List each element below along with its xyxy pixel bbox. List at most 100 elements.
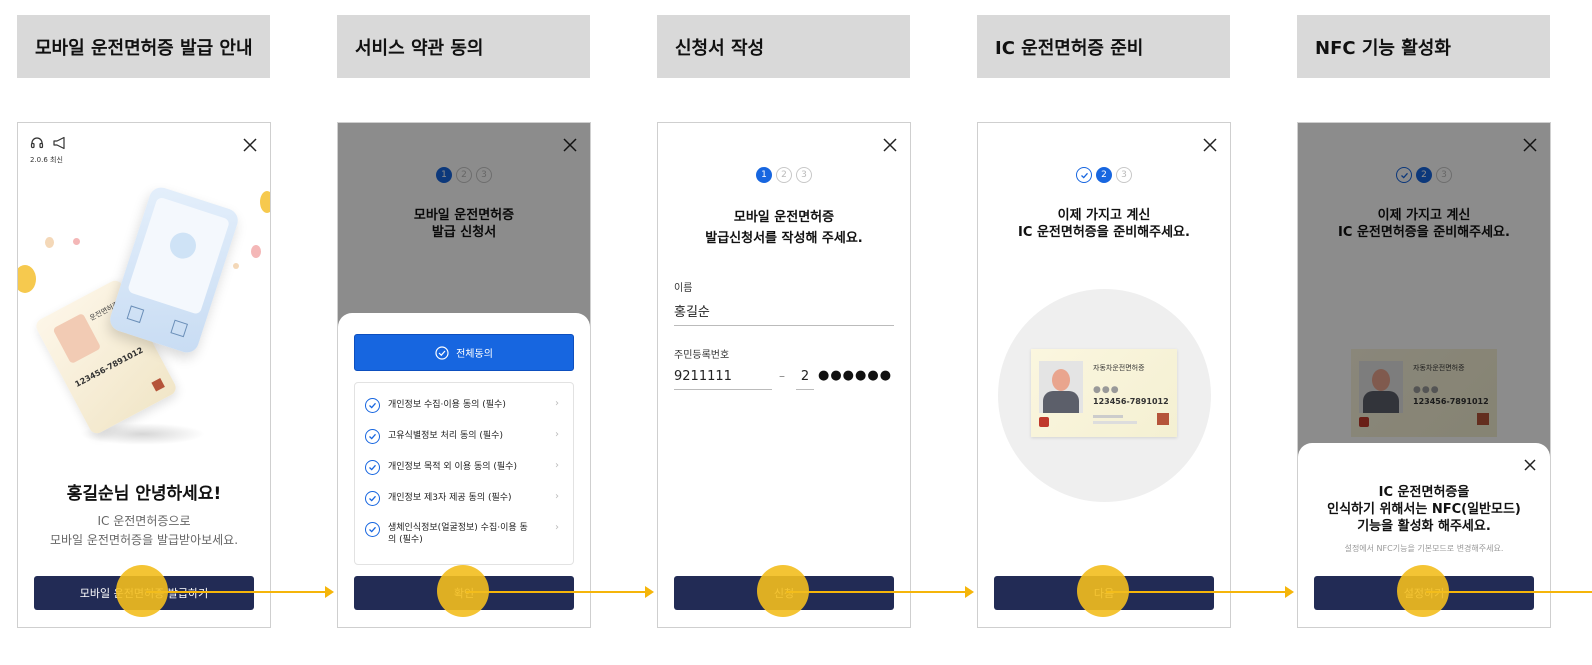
step-header-3: 신청서 작성 — [657, 15, 910, 78]
step-header-2: 서비스 약관 동의 — [337, 15, 590, 78]
tap-indicator — [1397, 565, 1449, 617]
page-title: 모바일 운전면허증 발급신청서를 작성해 주세요. — [658, 207, 910, 249]
step-3: 3 — [796, 167, 812, 183]
rrn-masked-digits: ●●●●●● — [818, 368, 893, 383]
nfc-hint: 설정에서 NFC기능을 기본모드로 변경해주세요. — [1344, 544, 1504, 553]
name-label: 이름 — [674, 283, 693, 294]
check-circle-icon — [365, 460, 380, 475]
card-chip — [1157, 413, 1169, 425]
nfc-line-3: 기능을 활성화 해주세요. — [1357, 519, 1491, 534]
flow-arrowhead — [965, 586, 974, 598]
nfc-line-1: IC 운전면허증을 — [1378, 485, 1470, 500]
check-circle-icon — [435, 345, 449, 360]
flow-arrowhead — [1285, 586, 1294, 598]
greeting: 홍길순님 안녕하세요! — [66, 484, 222, 504]
header-title: 신청서 작성 — [675, 37, 765, 59]
header-title: 서비스 약관 동의 — [355, 37, 484, 59]
check-circle-icon — [365, 429, 380, 444]
flow-arrow — [466, 591, 646, 593]
agree-all-button[interactable]: 전체동의 — [354, 334, 574, 371]
decor-blob — [233, 263, 239, 269]
terms-list: 개인정보 수집·이용 동의 (필수) › 고유식별정보 처리 동의 (필수) ›… — [354, 382, 574, 565]
phone-screen — [127, 196, 231, 316]
close-icon[interactable] — [1200, 135, 1220, 155]
title-line-1: 모바일 운전면허증 — [733, 210, 835, 225]
step-3: 3 — [1116, 167, 1132, 183]
terms-item[interactable]: 고유식별정보 처리 동의 (필수) › — [365, 429, 563, 444]
intro-subtitle-2: 모바일 운전면허증을 발급받아보세요. — [49, 533, 239, 547]
title-line-2: 발급신청서를 작성해 주세요. — [705, 231, 863, 246]
chevron-right-icon: › — [555, 398, 559, 409]
license-card: 자동차운전면허증 ●●● 123456-7891012 — [1031, 349, 1177, 437]
agree-all-label: 전체동의 — [456, 349, 493, 360]
card-logo — [1039, 417, 1049, 427]
screen-intro: 2.0.6 최신 운전면허증 123456-7891012 홍길순님 안녕하세요… — [17, 122, 271, 628]
terms-item[interactable]: 생체인식정보(얼굴정보) 수집·이용 동의 (필수) › — [365, 522, 563, 546]
intro-subtitle-1: IC 운전면허증으로 — [97, 514, 191, 528]
chevron-right-icon: › — [555, 522, 559, 533]
illustration: 운전면허증 123456-7891012 — [18, 183, 270, 453]
check-circle-icon — [365, 491, 380, 506]
step-done-check-icon — [1076, 167, 1092, 183]
card-number: 123456-7891012 — [1093, 397, 1169, 406]
terms-item[interactable]: 개인정보 제3자 제공 동의 (필수) › — [365, 491, 563, 506]
screen-terms: 1 2 3 모바일 운전면허증 발급 신청서 전체동의 개인정보 수집·이용 동… — [337, 122, 591, 628]
rrn-front-field[interactable]: 9211111 — [674, 369, 772, 390]
check-circle-icon — [365, 398, 380, 413]
decor-blob — [45, 237, 54, 248]
flow-arrowhead — [645, 586, 654, 598]
step-1: 1 — [756, 167, 772, 183]
decor-blob — [73, 238, 80, 245]
step-header-1: 모바일 운전면허증 발급 안내 — [17, 15, 270, 78]
qr-icon — [126, 305, 145, 324]
rrn-dash: – — [779, 369, 785, 383]
title-line-1: 이제 가지고 계신 — [1057, 208, 1151, 223]
card-line — [1093, 415, 1123, 418]
flow-arrowhead — [325, 586, 334, 598]
close-icon[interactable] — [1522, 457, 1538, 473]
terms-item-label: 개인정보 수집·이용 동의 (필수) — [388, 400, 506, 410]
chevron-right-icon: › — [555, 491, 559, 502]
terms-item-label: 고유식별정보 처리 동의 (필수) — [388, 431, 503, 441]
close-icon[interactable] — [240, 135, 260, 155]
page-title: 이제 가지고 계신 IC 운전면허증을 준비해주세요. — [978, 207, 1230, 241]
tap-indicator — [1077, 565, 1129, 617]
tap-indicator — [437, 565, 489, 617]
card-title: 자동차운전면허증 — [1093, 364, 1145, 372]
screen-application: 1 2 3 모바일 운전면허증 발급신청서를 작성해 주세요. 이름 홍길순 주… — [657, 122, 911, 628]
header-title: 모바일 운전면허증 발급 안내 — [35, 37, 253, 59]
terms-item-label: 개인정보 제3자 제공 동의 (필수) — [388, 493, 512, 503]
screen-prepare-card: 2 3 이제 가지고 계신 IC 운전면허증을 준비해주세요. 자동차운전면허증… — [977, 122, 1231, 628]
flow-arrow — [1426, 591, 1592, 593]
phone-illustration — [107, 184, 241, 356]
megaphone-icon[interactable] — [52, 136, 68, 150]
terms-item[interactable]: 개인정보 목적 외 이용 동의 (필수) › — [365, 460, 563, 475]
terms-item[interactable]: 개인정보 수집·이용 동의 (필수) › — [365, 398, 563, 413]
tap-indicator — [116, 565, 168, 617]
card-line — [1093, 421, 1137, 424]
app-version: 2.0.6 최신 — [30, 156, 63, 164]
nfc-message: IC 운전면허증을 인식하기 위해서는 NFC(일반모드) 기능을 활성화 해주… — [1298, 484, 1550, 535]
terms-item-label: 개인정보 목적 외 이용 동의 (필수) — [388, 462, 517, 472]
rrn-back-first-field[interactable]: 2 — [796, 369, 814, 390]
step-indicator: 1 2 3 — [658, 167, 910, 183]
tap-indicator — [757, 565, 809, 617]
flow-arrow — [786, 591, 966, 593]
flow-arrow — [1106, 591, 1286, 593]
close-icon[interactable] — [880, 135, 900, 155]
step-indicator: 2 3 — [978, 167, 1230, 183]
header-title: IC 운전면허증 준비 — [995, 37, 1144, 59]
check-circle-icon — [365, 522, 380, 537]
decor-blob — [251, 245, 261, 258]
headset-icon[interactable] — [30, 136, 44, 150]
step-header-4: IC 운전면허증 준비 — [977, 15, 1230, 78]
card-chip — [151, 378, 165, 392]
step-header-5: NFC 기능 활성화 — [1297, 15, 1550, 78]
name-field[interactable]: 홍길순 — [674, 301, 894, 326]
card-dots: ●●● — [1093, 385, 1120, 395]
decor-blob — [18, 265, 36, 293]
nfc-line-2: 인식하기 위해서는 NFC(일반모드) — [1327, 502, 1521, 517]
terms-item-label: 생체인식정보(얼굴정보) 수집·이용 동의 (필수) — [388, 523, 528, 545]
rrn-label: 주민등록번호 — [674, 350, 730, 361]
scan-icon — [170, 319, 189, 338]
